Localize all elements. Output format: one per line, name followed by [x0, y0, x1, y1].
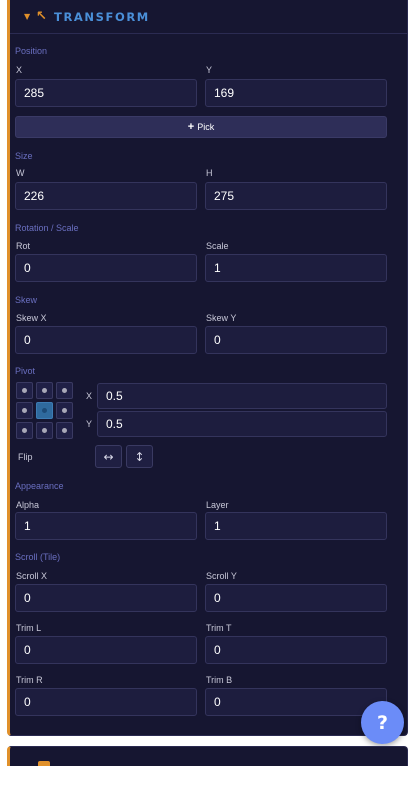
section-scroll-tile: Scroll (Tile): [15, 552, 61, 562]
pick-label: Pick: [197, 122, 215, 132]
question-mark-icon: ?: [376, 711, 389, 734]
size-h-label: H: [206, 168, 213, 178]
panel-title: TRANSFORM: [54, 9, 150, 24]
pivot-y-input[interactable]: 0.5: [97, 411, 387, 437]
caret-down-icon[interactable]: ▼: [24, 12, 36, 21]
section-size: Size: [15, 151, 33, 161]
trim-r-input[interactable]: 0: [15, 688, 197, 716]
section-rotation-scale: Rotation / Scale: [15, 223, 79, 233]
flip-horizontal-button[interactable]: ↔: [95, 445, 122, 468]
trim-b-input[interactable]: 0: [205, 688, 387, 716]
pivot-grid: [16, 382, 74, 440]
flip-vertical-button[interactable]: ↕: [126, 445, 153, 468]
trim-l-label: Trim L: [16, 623, 42, 633]
skew-x-label: Skew X: [16, 313, 47, 323]
layer-input[interactable]: 1: [205, 512, 387, 540]
scroll-y-label: Scroll Y: [206, 571, 237, 581]
pivot-x-input[interactable]: 0.5: [97, 383, 387, 409]
flip-label: Flip: [18, 452, 33, 462]
alpha-input[interactable]: 1: [15, 512, 197, 540]
rot-input[interactable]: 0: [15, 254, 197, 282]
section-position: Position: [15, 46, 48, 56]
pivot-cell-top-center[interactable]: [36, 382, 53, 399]
plus-icon: +: [187, 121, 195, 133]
pick-button[interactable]: + Pick: [15, 116, 387, 138]
pivot-x-label: X: [86, 391, 93, 401]
skew-y-label: Skew Y: [206, 313, 237, 323]
pivot-cell-bottom-left[interactable]: [16, 422, 33, 439]
skew-y-input[interactable]: 0: [205, 326, 387, 354]
scale-label: Scale: [206, 241, 229, 251]
pivot-cell-bottom-right[interactable]: [56, 422, 73, 439]
pivot-cell-middle-left[interactable]: [16, 402, 33, 419]
arrow-up-left-icon: ↖: [36, 9, 47, 24]
panel-icon: [38, 761, 50, 766]
pivot-cell-top-right[interactable]: [56, 382, 73, 399]
size-h-input[interactable]: 275: [205, 182, 387, 210]
trim-b-label: Trim B: [206, 675, 233, 685]
position-y-label: Y: [206, 65, 213, 75]
section-appearance: Appearance: [15, 481, 64, 491]
scroll-x-input[interactable]: 0: [15, 584, 197, 612]
help-button[interactable]: ?: [361, 701, 404, 744]
section-pivot: Pivot: [15, 366, 36, 376]
trim-l-input[interactable]: 0: [15, 636, 197, 664]
section-skew: Skew: [15, 295, 38, 305]
size-w-input[interactable]: 226: [15, 182, 197, 210]
position-x-label: X: [16, 65, 23, 75]
skew-x-input[interactable]: 0: [15, 326, 197, 354]
transform-panel-header[interactable]: ▼ ↖ TRANSFORM: [10, 0, 407, 34]
position-x-input[interactable]: 285: [15, 79, 197, 107]
scroll-x-label: Scroll X: [16, 571, 48, 581]
trim-r-label: Trim R: [16, 675, 43, 685]
scroll-y-input[interactable]: 0: [205, 584, 387, 612]
position-y-input[interactable]: 169: [205, 79, 387, 107]
trim-t-label: Trim T: [206, 623, 232, 633]
scale-input[interactable]: 1: [205, 254, 387, 282]
alpha-label: Alpha: [16, 500, 40, 510]
pivot-cell-center[interactable]: [36, 402, 53, 419]
trim-t-input[interactable]: 0: [205, 636, 387, 664]
rot-label: Rot: [16, 241, 31, 251]
layer-label: Layer: [206, 500, 229, 510]
size-w-label: W: [16, 168, 25, 178]
next-panel[interactable]: [7, 746, 408, 766]
pivot-cell-bottom-center[interactable]: [36, 422, 53, 439]
arrows-vertical-icon: ↕: [134, 449, 145, 464]
pivot-cell-middle-right[interactable]: [56, 402, 73, 419]
pivot-y-label: Y: [86, 419, 93, 429]
arrows-horizontal-icon: ↔: [103, 449, 114, 464]
pivot-cell-top-left[interactable]: [16, 382, 33, 399]
